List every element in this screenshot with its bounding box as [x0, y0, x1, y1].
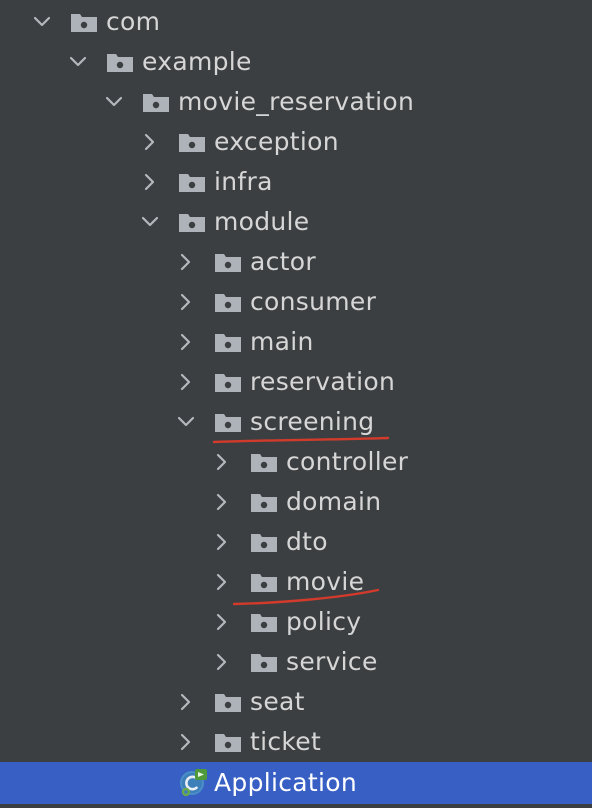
project-tree: com example movie_reservation exception … [0, 0, 592, 808]
tree-row-controller[interactable]: controller [0, 442, 592, 482]
tree-row-main[interactable]: main [0, 322, 592, 362]
tree-item-label: infra [214, 167, 273, 196]
tree-item-label: policy [286, 607, 362, 636]
tree-item-label: module [214, 207, 310, 236]
tree-row-domain[interactable]: domain [0, 482, 592, 522]
tree-row-module[interactable]: module [0, 202, 592, 242]
chevron-right-icon[interactable] [212, 452, 232, 472]
tree-item-label: reservation [250, 367, 396, 396]
chevron-down-icon[interactable] [104, 92, 124, 112]
tree-item-label: dto [286, 527, 328, 556]
tree-row-example[interactable]: example [0, 42, 592, 82]
tree-item-label: movie_reservation [178, 87, 415, 116]
chevron-right-icon[interactable] [176, 292, 196, 312]
tree-row-policy[interactable]: policy [0, 602, 592, 642]
tree-item-label: seat [250, 687, 305, 716]
chevron-right-icon[interactable] [212, 612, 232, 632]
tree-row-seat[interactable]: seat [0, 682, 592, 722]
tree-item-label: actor [250, 247, 316, 276]
chevron-right-icon[interactable] [140, 172, 160, 192]
tree-row-infra[interactable]: infra [0, 162, 592, 202]
package-folder-icon [251, 454, 277, 472]
chevron-down-icon[interactable] [176, 412, 196, 432]
tree-item-label: main [250, 327, 314, 356]
package-folder-icon [215, 374, 241, 392]
tree-item-label: consumer [250, 287, 377, 316]
chevron-right-icon[interactable] [212, 492, 232, 512]
tree-item-label: example [142, 47, 252, 76]
package-folder-icon [215, 334, 241, 352]
tree-row-exception[interactable]: exception [0, 122, 592, 162]
package-folder-icon [215, 734, 241, 752]
tree-item-label: movie [286, 567, 365, 596]
package-folder-icon [251, 654, 277, 672]
chevron-down-icon[interactable] [32, 12, 52, 32]
tree-row-application[interactable]: Application [0, 762, 592, 804]
package-folder-icon [251, 494, 277, 512]
tree-row-actor[interactable]: actor [0, 242, 592, 282]
package-folder-icon [143, 94, 169, 112]
chevron-right-icon[interactable] [212, 572, 232, 592]
chevron-down-icon[interactable] [140, 212, 160, 232]
tree-item-label: domain [286, 487, 382, 516]
package-folder-icon [251, 614, 277, 632]
tree-row-dto[interactable]: dto [0, 522, 592, 562]
tree-row-screening[interactable]: screening [0, 402, 592, 442]
chevron-right-icon[interactable] [176, 332, 196, 352]
tree-row-reservation[interactable]: reservation [0, 362, 592, 402]
chevron-right-icon[interactable] [212, 652, 232, 672]
package-folder-icon [107, 54, 133, 72]
spring-boot-class-icon [180, 769, 207, 797]
package-folder-icon [251, 534, 277, 552]
tree-item-label: ticket [250, 727, 322, 756]
tree-item-label: com [106, 7, 161, 36]
chevron-right-icon[interactable] [176, 692, 196, 712]
package-folder-icon [215, 694, 241, 712]
tree-row-consumer[interactable]: consumer [0, 282, 592, 322]
chevron-down-icon[interactable] [68, 52, 88, 72]
tree-item-label: screening [250, 407, 375, 436]
tree-row-com[interactable]: com [0, 2, 592, 42]
tree-row-service[interactable]: service [0, 642, 592, 682]
chevron-right-icon[interactable] [212, 532, 232, 552]
tree-item-label: controller [286, 447, 409, 476]
package-folder-icon [179, 134, 205, 152]
tree-item-label: Application [214, 768, 357, 797]
tree-row-ticket[interactable]: ticket [0, 722, 592, 762]
tree-item-label: exception [214, 127, 339, 156]
package-folder-icon [71, 14, 97, 32]
chevron-right-icon[interactable] [140, 132, 160, 152]
chevron-right-icon[interactable] [176, 252, 196, 272]
package-folder-icon [215, 294, 241, 312]
tree-row-movie[interactable]: movie [0, 562, 592, 602]
chevron-right-icon[interactable] [176, 732, 196, 752]
package-folder-icon [215, 254, 241, 272]
package-folder-icon [251, 574, 277, 592]
tree-item-label: service [286, 647, 378, 676]
tree-row-movie-reservation[interactable]: movie_reservation [0, 82, 592, 122]
chevron-right-icon[interactable] [176, 372, 196, 392]
package-folder-icon [179, 214, 205, 232]
package-folder-icon [215, 414, 241, 432]
package-folder-icon [179, 174, 205, 192]
